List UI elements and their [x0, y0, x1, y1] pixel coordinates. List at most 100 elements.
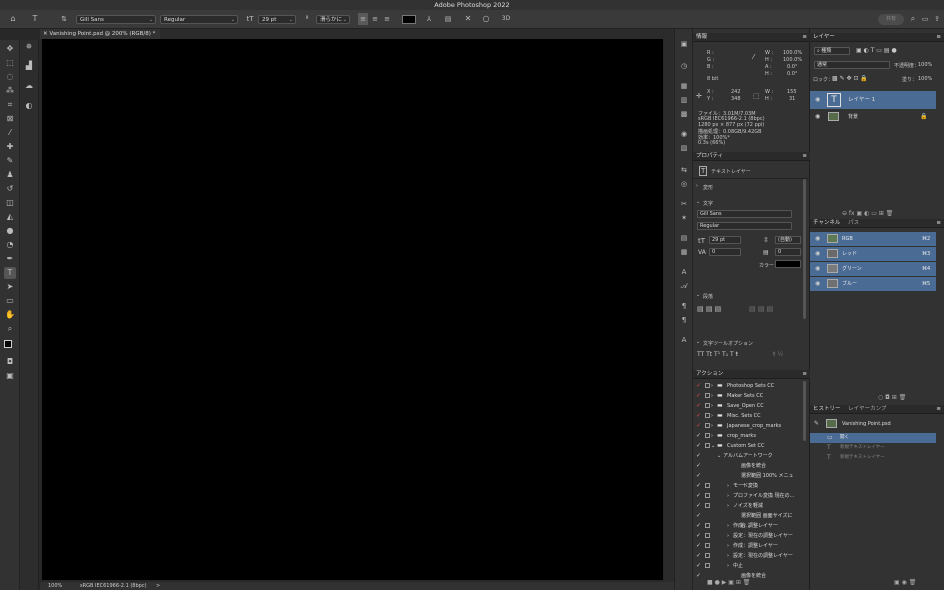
expand-chevron-icon[interactable]: ›	[711, 391, 713, 401]
expand-chevron-icon[interactable]: ›	[727, 481, 729, 491]
visibility-eye-icon[interactable]: ◉	[815, 91, 820, 109]
levels-icon[interactable]: ▟	[23, 60, 35, 72]
tab-channels[interactable]: チャンネル	[813, 220, 840, 226]
dialog-toggle-icon[interactable]	[705, 393, 710, 398]
move-tool-icon[interactable]: ✥	[4, 43, 16, 55]
check-icon[interactable]: ✓	[696, 561, 701, 571]
sparkle-icon[interactable]: ✵	[23, 41, 35, 53]
font-family-select[interactable]: Gill Sans ⌄	[76, 15, 156, 24]
check-icon[interactable]: ✓	[696, 551, 701, 561]
font-style-select[interactable]: Regular ⌄	[160, 15, 238, 24]
search-icon[interactable]: ⌕	[908, 13, 918, 25]
history-state-row[interactable]: T 新規テキストレイヤー	[810, 443, 936, 453]
action-row[interactable]: ✓ › 作成：調整レイヤー	[693, 541, 801, 551]
channels-footer-icons[interactable]: ○ ◘ ⊞ 🗑	[878, 394, 906, 401]
action-row[interactable]: ✓ › ▬ crop_marks	[693, 431, 801, 441]
blur-tool-icon[interactable]: ●	[4, 225, 16, 237]
actions-panel-header[interactable]: アクション ≡	[693, 370, 810, 379]
table-icon[interactable]: ▦	[678, 247, 690, 257]
lasso-tool-icon[interactable]: ◌	[4, 71, 16, 83]
paragraph-section[interactable]: 段落	[703, 293, 713, 300]
expand-chevron-icon[interactable]: ⌄	[711, 441, 715, 451]
action-row[interactable]: ✓ ⌄ アルバムアートワーク	[693, 451, 801, 461]
status-menu-arrow[interactable]: >	[156, 582, 160, 590]
align-center-button[interactable]: ≡	[370, 13, 380, 25]
check-icon[interactable]: ✓	[696, 571, 701, 581]
healing-brush-icon[interactable]: ✚	[4, 141, 16, 153]
opacity-value[interactable]: 100%	[918, 62, 932, 68]
dodge-tool-icon[interactable]: ◔	[4, 239, 16, 251]
visibility-eye-icon[interactable]: ◉	[815, 110, 820, 124]
check-icon[interactable]: ✓	[696, 421, 701, 431]
align-right-button[interactable]: ≡	[382, 13, 392, 25]
dialog-toggle-icon[interactable]	[705, 553, 710, 558]
channel-row[interactable]: ◉ グリーン ⌘4	[810, 262, 936, 276]
action-row[interactable]: ✓ › プロファイル変換 現在の...	[693, 491, 801, 501]
path-selection-icon[interactable]: ➤	[4, 281, 16, 293]
panel-menu-icon[interactable]: ≡	[802, 152, 807, 161]
visibility-eye-icon[interactable]: ◉	[815, 277, 820, 291]
expand-chevron-icon[interactable]: ›	[727, 491, 729, 501]
channel-row[interactable]: ◉ ブルー ⌘5	[810, 277, 936, 291]
visibility-eye-icon[interactable]: ◉	[815, 247, 820, 261]
dialog-toggle-icon[interactable]	[705, 503, 710, 508]
fill-value[interactable]: 100%	[918, 76, 932, 82]
expand-chevron-icon[interactable]: ›	[711, 431, 713, 441]
history-brush-icon[interactable]: ↺	[4, 183, 16, 195]
properties-tracking-input[interactable]: 0	[775, 248, 801, 256]
magic-wand-tool-icon[interactable]: ⁂	[4, 85, 16, 97]
expand-chevron-icon[interactable]: ›	[727, 551, 729, 561]
paths-icon[interactable]: ⇆	[678, 165, 690, 175]
check-icon[interactable]: ✓	[696, 491, 701, 501]
action-row[interactable]: ✓ › 設定：現在の調整レイヤー	[693, 531, 801, 541]
text-options-chevron-icon[interactable]: ⌄	[696, 339, 700, 345]
dialog-toggle-icon[interactable]	[705, 533, 710, 538]
expand-chevron-icon[interactable]: ›	[727, 541, 729, 551]
properties-font-family[interactable]: Gill Sans	[697, 210, 792, 218]
expand-chevron-icon[interactable]: ›	[711, 381, 713, 391]
expand-chevron-icon[interactable]: ›	[727, 521, 729, 531]
home-icon[interactable]: ⌂	[6, 13, 20, 25]
check-icon[interactable]: ✓	[696, 541, 701, 551]
history-footer-icons[interactable]: ▣ ◉ 🗑	[894, 579, 916, 586]
channel-row[interactable]: ◉ レッド ⌘3	[810, 247, 936, 261]
tab-layer-comps[interactable]: レイヤーカンプ	[848, 406, 886, 412]
tab-history[interactable]: ヒストリー	[813, 406, 841, 412]
visibility-eye-icon[interactable]: ◉	[815, 262, 820, 276]
action-row[interactable]: ✓ 画像を統合	[693, 461, 801, 471]
glyphs-panel-icon[interactable]: A	[678, 335, 690, 345]
dialog-toggle-icon[interactable]	[705, 413, 710, 418]
eyedropper-tool-icon[interactable]: ⁄	[4, 127, 16, 139]
character-chevron-icon[interactable]: ⌄	[696, 199, 700, 205]
history-brush-icon[interactable]: ✎	[814, 417, 819, 431]
history-snapshot-row[interactable]: ✎ Vanishing Point.psd	[810, 417, 936, 431]
properties-leading-input[interactable]: (自動)	[775, 236, 801, 244]
commit-icon[interactable]: ○	[480, 13, 492, 25]
brush-tool-icon[interactable]: ✎	[4, 155, 16, 167]
action-row[interactable]: ✓ › ▬ Japanese_crop_marks	[693, 421, 801, 431]
character-panel-icon[interactable]: ▤	[442, 13, 454, 25]
check-icon[interactable]: ✓	[696, 521, 701, 531]
align-left-button[interactable]: ≡	[358, 13, 368, 25]
dialog-toggle-icon[interactable]	[705, 523, 710, 528]
paragraph-styles-icon[interactable]: ¶	[678, 315, 690, 325]
check-icon[interactable]: ✓	[696, 461, 701, 471]
type-tool-icon[interactable]: T	[4, 267, 16, 279]
document-canvas[interactable]	[42, 39, 663, 580]
actions-scrollbar[interactable]	[803, 381, 806, 441]
check-icon[interactable]: ✓	[696, 531, 701, 541]
layer-filter-icons[interactable]: ▣ ◐ T ▭ ▤ ●	[856, 47, 897, 54]
action-row[interactable]: ✓ › ▬ Maker Sets CC	[693, 391, 801, 401]
text-color-swatch[interactable]	[402, 15, 416, 24]
layer-filter-select[interactable]: ⌕ 種類	[814, 47, 850, 55]
expand-chevron-icon[interactable]: ›	[711, 421, 713, 431]
expand-chevron-icon[interactable]: ›	[711, 401, 713, 411]
swatches-icon[interactable]: ▨	[678, 143, 690, 153]
action-row[interactable]: ✓ › ▬ Save_Open CC	[693, 401, 801, 411]
vertical-scrollbar[interactable]	[664, 39, 674, 582]
check-icon[interactable]: ✓	[696, 481, 701, 491]
tab-paths[interactable]: パス	[848, 220, 859, 226]
action-row[interactable]: ✓ 選択範囲 100% メニュー...	[693, 471, 801, 489]
properties-scrollbar[interactable]	[803, 179, 806, 319]
gradient-tool-icon[interactable]: ◭	[4, 211, 16, 223]
